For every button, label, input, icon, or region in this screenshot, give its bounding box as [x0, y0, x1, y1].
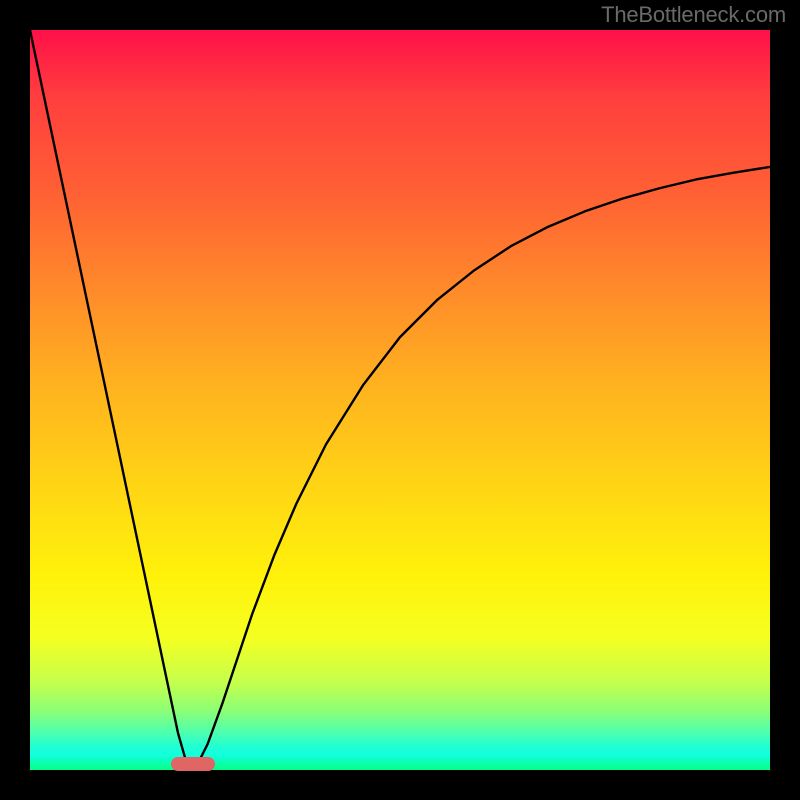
watermark-label: TheBottleneck.com	[601, 2, 786, 28]
curve-svg	[30, 30, 770, 770]
curve-line	[30, 30, 770, 764]
chart-frame: TheBottleneck.com	[0, 0, 800, 800]
plot-area	[30, 30, 770, 770]
minimum-marker	[171, 757, 215, 771]
